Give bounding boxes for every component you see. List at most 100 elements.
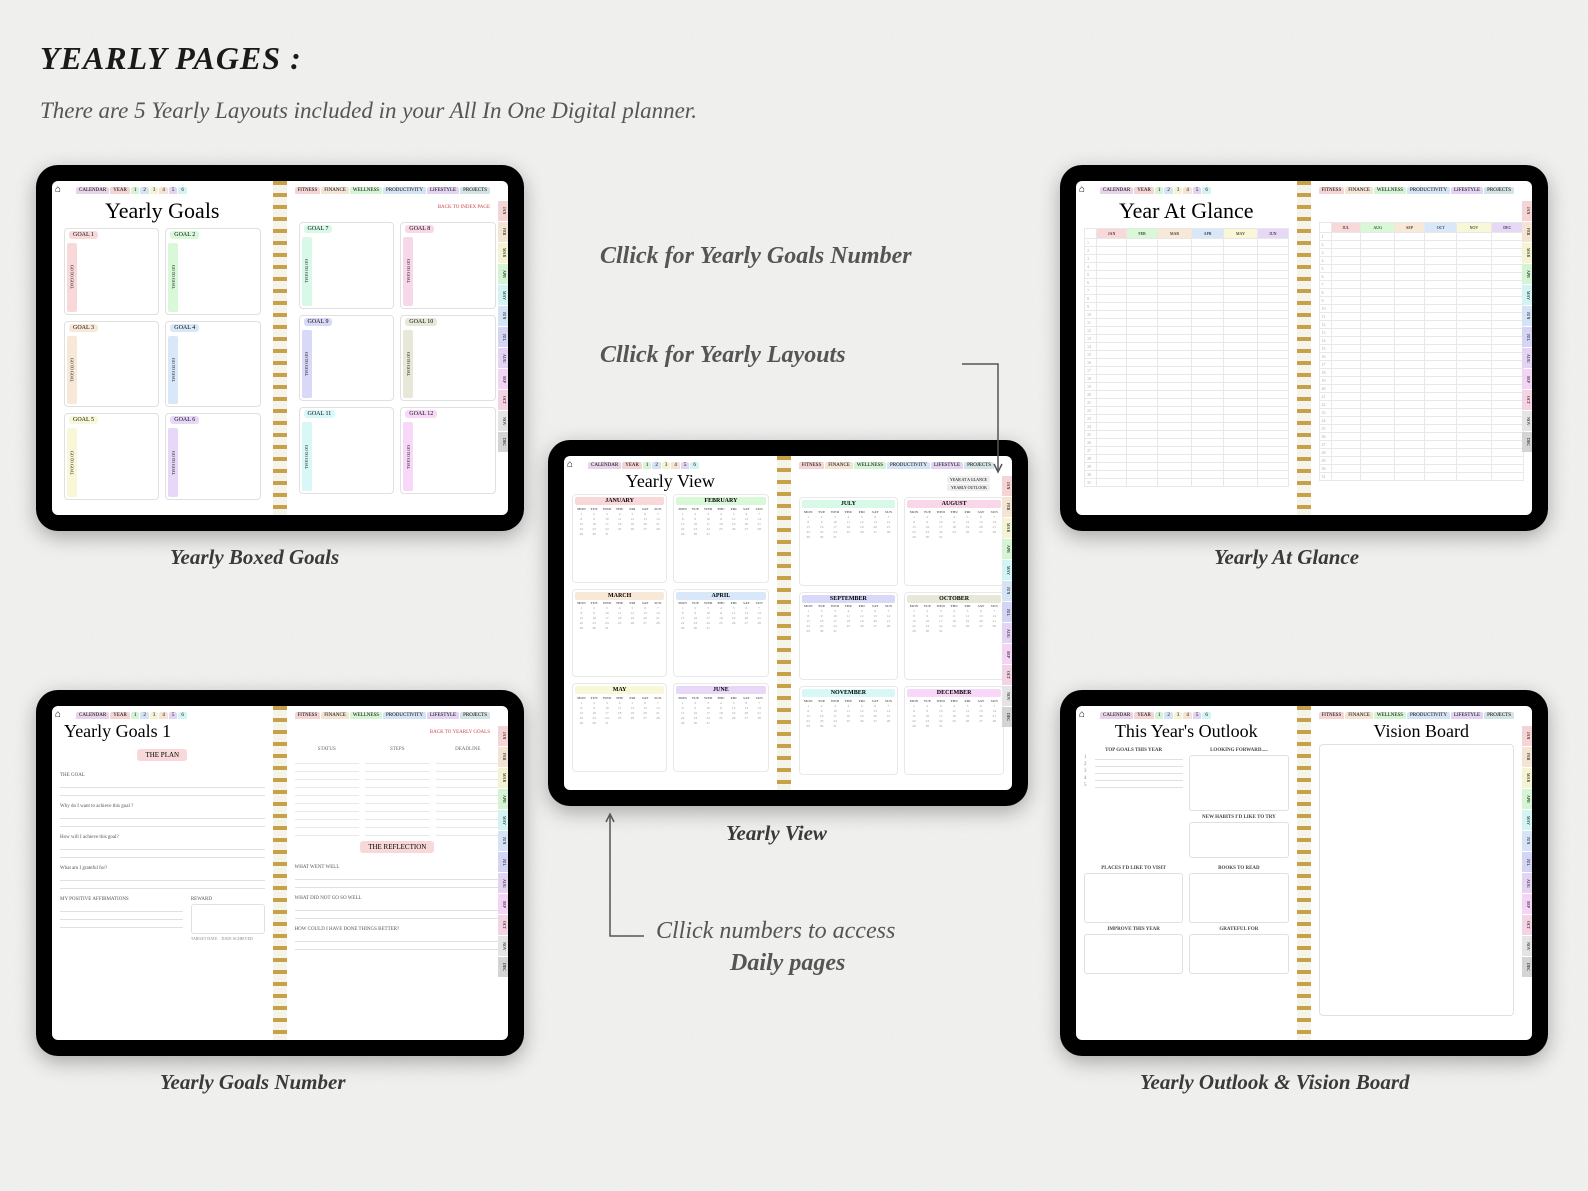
side-tab-jan[interactable]: JAN bbox=[498, 726, 508, 746]
tab-2[interactable]: 2 bbox=[1164, 712, 1173, 719]
month-box[interactable]: APRILMONTUEWEDTHUFRISATSUN12345678910111… bbox=[673, 589, 768, 678]
goto-goal[interactable]: GO TO GOAL bbox=[302, 237, 312, 306]
month-box[interactable]: SEPTEMBERMONTUEWEDTHUFRISATSUN1234567891… bbox=[799, 592, 899, 681]
side-tab-jan[interactable]: JAN bbox=[1522, 201, 1532, 221]
side-tab-jun[interactable]: JUN bbox=[498, 831, 508, 851]
goto-goal[interactable]: GO TO GOAL bbox=[403, 330, 413, 399]
side-tab-dec[interactable]: DEC bbox=[498, 432, 508, 452]
tab-5[interactable]: 5 bbox=[1193, 187, 1202, 194]
side-tab-sep[interactable]: SEP bbox=[498, 369, 508, 389]
goal-box[interactable]: GOAL 7GO TO GOAL bbox=[299, 222, 395, 309]
month-box[interactable]: JUNEMONTUEWEDTHUFRISATSUN123456789101112… bbox=[673, 683, 768, 772]
tab-fitness[interactable]: FITNESS bbox=[799, 462, 825, 469]
month-box[interactable]: NOVEMBERMONTUEWEDTHUFRISATSUN12345678910… bbox=[799, 686, 899, 775]
side-tab-sep[interactable]: SEP bbox=[1002, 644, 1012, 664]
home-icon[interactable]: ⌂ bbox=[55, 709, 67, 721]
side-tab-apr[interactable]: APR bbox=[498, 789, 508, 809]
side-tab-mar[interactable]: MAR bbox=[498, 768, 508, 788]
tab-6[interactable]: 6 bbox=[1202, 712, 1211, 719]
goal-box[interactable]: GOAL 11GO TO GOAL bbox=[299, 407, 395, 494]
home-icon[interactable]: ⌂ bbox=[1079, 709, 1091, 721]
tab-1[interactable]: 1 bbox=[131, 187, 140, 194]
tab-6[interactable]: 6 bbox=[1202, 187, 1211, 194]
side-tab-nov[interactable]: NOV bbox=[498, 411, 508, 431]
tab-1[interactable]: 1 bbox=[131, 712, 140, 719]
goto-goal[interactable]: GO TO GOAL bbox=[403, 422, 413, 491]
home-icon[interactable]: ⌂ bbox=[55, 184, 67, 196]
side-tab-may[interactable]: MAY bbox=[1522, 810, 1532, 830]
goal-box[interactable]: GOAL 4GO TO GOAL bbox=[165, 321, 260, 408]
tab-year[interactable]: YEAR bbox=[1134, 712, 1154, 719]
tab-calendar[interactable]: CALENDAR bbox=[588, 462, 621, 469]
goal-box[interactable]: GOAL 5GO TO GOAL bbox=[64, 413, 159, 500]
side-tab-mar[interactable]: MAR bbox=[1522, 768, 1532, 788]
tab-projects[interactable]: PROJECTS bbox=[460, 187, 490, 194]
goto-goal[interactable]: GO TO GOAL bbox=[67, 243, 77, 312]
tab-1[interactable]: 1 bbox=[1155, 187, 1164, 194]
side-tab-nov[interactable]: NOV bbox=[1522, 936, 1532, 956]
tab-calendar[interactable]: CALENDAR bbox=[1100, 187, 1133, 194]
tab-3[interactable]: 3 bbox=[1174, 712, 1183, 719]
goal-box[interactable]: GOAL 9GO TO GOAL bbox=[299, 315, 395, 402]
side-tab-jul[interactable]: JUL bbox=[1002, 602, 1012, 622]
goal-box[interactable]: GOAL 2GO TO GOAL bbox=[165, 228, 260, 315]
side-tab-dec[interactable]: DEC bbox=[498, 957, 508, 977]
goto-goal[interactable]: GO TO GOAL bbox=[302, 422, 312, 491]
tab-fitness[interactable]: FITNESS bbox=[1319, 712, 1345, 719]
side-tab-jun[interactable]: JUN bbox=[1522, 831, 1532, 851]
side-tab-oct[interactable]: OCT bbox=[1522, 915, 1532, 935]
side-tab-nov[interactable]: NOV bbox=[1522, 411, 1532, 431]
side-tab-aug[interactable]: AUG bbox=[498, 873, 508, 893]
side-tab-mar[interactable]: MAR bbox=[1522, 243, 1532, 263]
side-tab-feb[interactable]: FEB bbox=[1522, 222, 1532, 242]
tab-2[interactable]: 2 bbox=[140, 187, 149, 194]
goal-box[interactable]: GOAL 6GO TO GOAL bbox=[165, 413, 260, 500]
side-tab-dec[interactable]: DEC bbox=[1002, 707, 1012, 727]
tab-year[interactable]: YEAR bbox=[622, 462, 642, 469]
side-tab-oct[interactable]: OCT bbox=[498, 915, 508, 935]
tab-lifestyle[interactable]: LIFESTYLE bbox=[1451, 187, 1483, 194]
tab-wellness[interactable]: WELLNESS bbox=[854, 462, 886, 469]
month-box[interactable]: AUGUSTMONTUEWEDTHUFRISATSUN1234567891011… bbox=[904, 497, 1004, 586]
back-link[interactable]: BACK TO YEARLY GOALS bbox=[430, 730, 490, 735]
goto-goal[interactable]: GO TO GOAL bbox=[168, 243, 178, 312]
side-tab-feb[interactable]: FEB bbox=[498, 222, 508, 242]
side-tab-apr[interactable]: APR bbox=[1522, 789, 1532, 809]
month-box[interactable]: FEBRUARYMONTUEWEDTHUFRISATSUN12345678910… bbox=[673, 494, 768, 583]
goto-goal[interactable]: GO TO GOAL bbox=[168, 336, 178, 405]
home-icon[interactable]: ⌂ bbox=[1079, 184, 1091, 196]
month-box[interactable]: MARCHMONTUEWEDTHUFRISATSUN12345678910111… bbox=[572, 589, 667, 678]
tab-productivity[interactable]: PRODUCTIVITY bbox=[383, 712, 426, 719]
tab-finance[interactable]: FINANCE bbox=[1345, 187, 1373, 194]
tab-wellness[interactable]: WELLNESS bbox=[1374, 187, 1406, 194]
tab-projects[interactable]: PROJECTS bbox=[1484, 712, 1514, 719]
tab-calendar[interactable]: CALENDAR bbox=[76, 712, 109, 719]
tab-wellness[interactable]: WELLNESS bbox=[350, 187, 382, 194]
tab-5[interactable]: 5 bbox=[169, 712, 178, 719]
tab-1[interactable]: 1 bbox=[1155, 712, 1164, 719]
side-tab-aug[interactable]: AUG bbox=[1522, 348, 1532, 368]
side-tab-jun[interactable]: JUN bbox=[1002, 581, 1012, 601]
tab-lifestyle[interactable]: LIFESTYLE bbox=[427, 187, 459, 194]
tab-4[interactable]: 4 bbox=[1183, 187, 1192, 194]
side-tab-dec[interactable]: DEC bbox=[1522, 957, 1532, 977]
tab-2[interactable]: 2 bbox=[140, 712, 149, 719]
goal-box[interactable]: GOAL 1GO TO GOAL bbox=[64, 228, 159, 315]
tab-fitness[interactable]: FITNESS bbox=[295, 187, 321, 194]
tab-lifestyle[interactable]: LIFESTYLE bbox=[427, 712, 459, 719]
side-tab-jan[interactable]: JAN bbox=[1522, 726, 1532, 746]
tab-lifestyle[interactable]: LIFESTYLE bbox=[1451, 712, 1483, 719]
tab-1[interactable]: 1 bbox=[643, 462, 652, 469]
tab-finance[interactable]: FINANCE bbox=[1345, 712, 1373, 719]
side-tab-aug[interactable]: AUG bbox=[1002, 623, 1012, 643]
month-box[interactable]: MAYMONTUEWEDTHUFRISATSUN1234567891011121… bbox=[572, 683, 667, 772]
side-tab-feb[interactable]: FEB bbox=[498, 747, 508, 767]
goto-goal[interactable]: GO TO GOAL bbox=[168, 428, 178, 497]
side-tab-oct[interactable]: OCT bbox=[1002, 665, 1012, 685]
side-tab-mar[interactable]: MAR bbox=[1002, 518, 1012, 538]
tab-calendar[interactable]: CALENDAR bbox=[76, 187, 109, 194]
tab-3[interactable]: 3 bbox=[662, 462, 671, 469]
side-tab-apr[interactable]: APR bbox=[1522, 264, 1532, 284]
tab-wellness[interactable]: WELLNESS bbox=[1374, 712, 1406, 719]
tab-5[interactable]: 5 bbox=[169, 187, 178, 194]
